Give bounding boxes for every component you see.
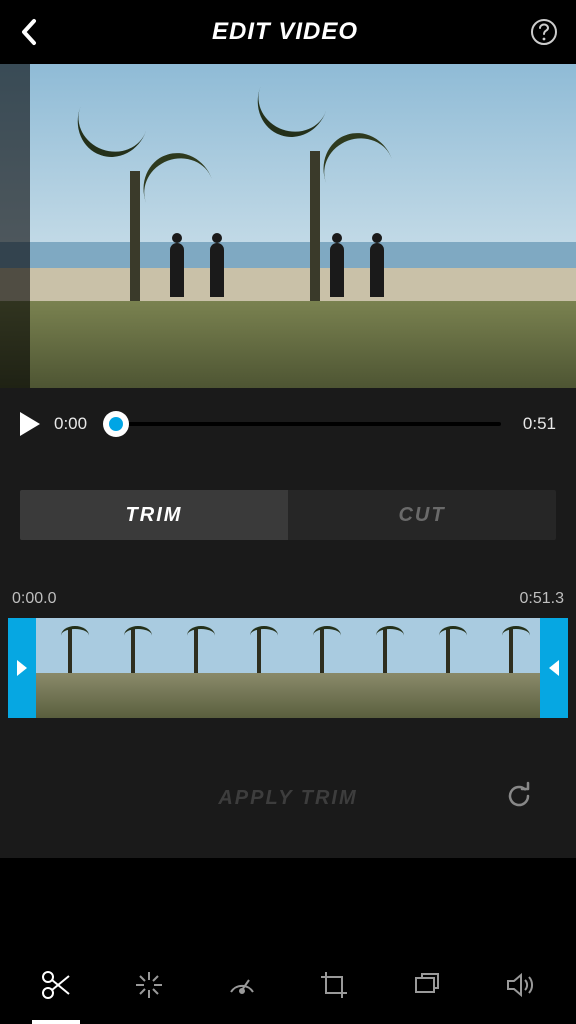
scrubber-track[interactable] [109,414,501,434]
tool-frame[interactable] [397,955,457,1015]
tool-crop[interactable] [304,955,364,1015]
help-icon[interactable] [530,18,558,46]
back-icon[interactable] [18,17,40,47]
video-preview[interactable] [0,64,576,388]
thumbnail [414,618,477,718]
trim-handle-right[interactable] [540,618,568,718]
thumbnail [288,618,351,718]
mode-tabs: TRIM CUT [20,490,556,540]
trim-panel: 0:00.0 0:51.3 [0,550,576,738]
apply-row: APPLY TRIM [0,738,576,858]
top-bar: EDIT VIDEO [0,0,576,64]
tool-audio[interactable] [490,955,550,1015]
thumbnail [36,618,99,718]
trim-start-time: 0:00.0 [12,590,56,608]
play-button[interactable] [20,412,40,436]
timeline-strip[interactable] [8,618,568,718]
thumbnail [477,618,540,718]
apply-trim-button[interactable]: APPLY TRIM [218,787,357,810]
tab-trim[interactable]: TRIM [20,490,288,540]
tool-trim[interactable] [26,955,86,1015]
tab-cut[interactable]: CUT [288,490,556,540]
tool-speed[interactable] [212,955,272,1015]
tool-highlights[interactable] [119,955,179,1015]
thumbnail [225,618,288,718]
current-time: 0:00 [54,414,87,434]
thumbnail [351,618,414,718]
reset-icon[interactable] [504,781,534,816]
timeline-thumbnails[interactable] [36,618,540,718]
trim-handle-left[interactable] [8,618,36,718]
thumbnail [99,618,162,718]
scrubber-knob[interactable] [103,411,129,437]
thumbnail [162,618,225,718]
playback-bar: 0:00 0:51 [0,388,576,460]
trim-end-time: 0:51.3 [520,590,564,608]
tool-bar [0,946,576,1024]
duration-time: 0:51 [523,414,556,434]
page-title: EDIT VIDEO [212,18,358,46]
